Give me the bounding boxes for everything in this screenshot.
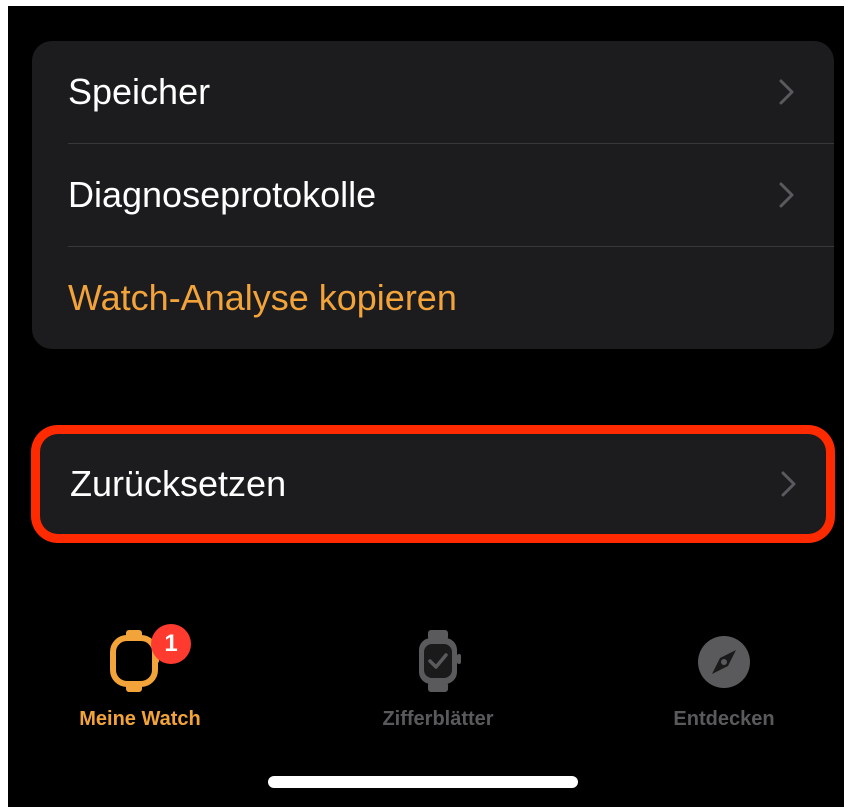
watch-icon: 1 — [105, 624, 191, 696]
chevron-right-icon — [781, 471, 796, 497]
tab-label: Meine Watch — [79, 708, 201, 730]
tab-meine-watch[interactable]: 1 Meine Watch — [30, 624, 250, 736]
tab-bar: 1 Meine Watch Zifferblätter Entdecken — [8, 624, 844, 746]
reset-item[interactable]: Zurücksetzen — [40, 434, 826, 534]
compass-icon — [689, 626, 759, 696]
notification-badge: 1 — [151, 624, 191, 664]
settings-item-speicher[interactable]: Speicher — [32, 41, 834, 143]
home-indicator[interactable] — [268, 776, 578, 788]
tab-label: Zifferblätter — [382, 708, 494, 730]
tab-label: Entdecken — [673, 708, 775, 730]
settings-item-label: Diagnoseprotokolle — [68, 174, 377, 215]
settings-item-label: Speicher — [68, 71, 211, 112]
reset-item-label: Zurücksetzen — [70, 463, 287, 504]
watch-face-icon — [403, 626, 473, 696]
settings-item-diagnoseprotokolle[interactable]: Diagnoseprotokolle — [32, 144, 834, 246]
settings-group: Speicher Diagnoseprotokolle Watch-Analys… — [32, 41, 834, 349]
tab-entdecken[interactable]: Entdecken — [614, 626, 834, 736]
chevron-right-icon — [779, 182, 794, 208]
settings-item-label: Watch-Analyse kopieren — [68, 277, 457, 318]
tab-zifferblaetter[interactable]: Zifferblätter — [328, 626, 548, 736]
watch-analyse-kopieren-button[interactable]: Watch-Analyse kopieren — [32, 247, 834, 349]
chevron-right-icon — [779, 79, 794, 105]
watch-app-screen: Speicher Diagnoseprotokolle Watch-Analys… — [8, 6, 844, 807]
